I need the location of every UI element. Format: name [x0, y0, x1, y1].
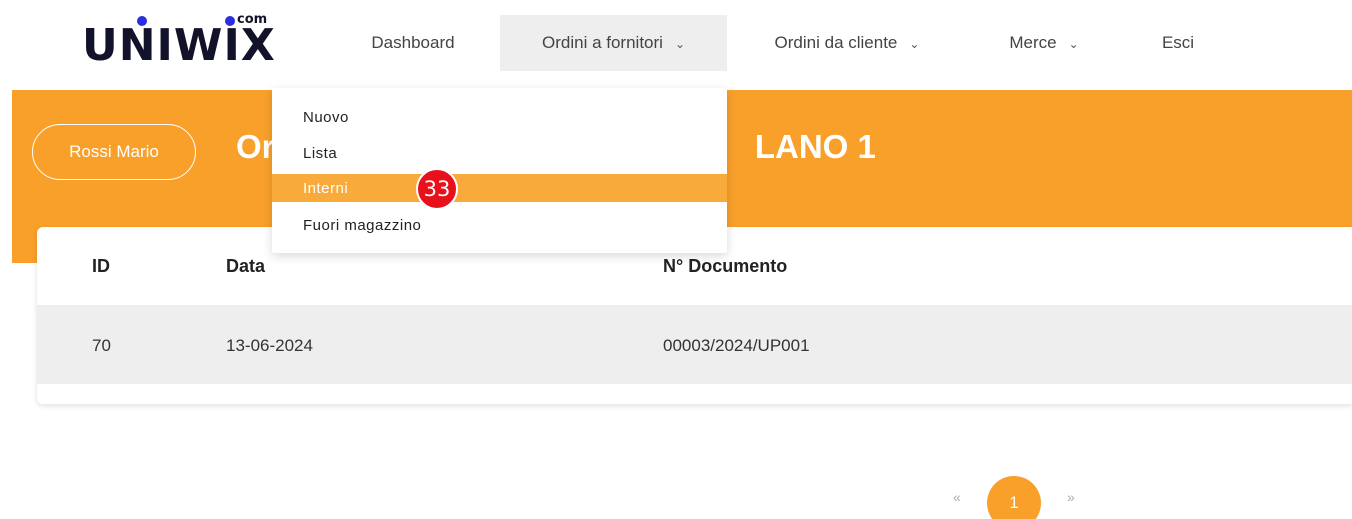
nav-dashboard-label: Dashboard [371, 33, 455, 52]
column-header-documento[interactable]: N° Documento [663, 256, 787, 277]
nav-merce[interactable]: Merce ⌄ [982, 15, 1106, 71]
user-name-button[interactable]: Rossi Mario [32, 124, 196, 180]
nav-esci[interactable]: Esci [1128, 15, 1228, 71]
cell-document-number: 00003/2024/UP001 [663, 336, 810, 355]
annotation-badge-count: 33 [423, 177, 451, 201]
menu-item-label: Lista [303, 144, 338, 162]
annotation-badge: 33 [416, 168, 458, 210]
logo-wordmark: UNIWIX [82, 20, 276, 71]
pagination-current-label: 1 [1009, 493, 1019, 512]
pagination-next[interactable]: » [1067, 489, 1075, 505]
chevron-down-icon: ⌄ [1068, 37, 1079, 51]
nav-ordini-fornitori-label: Ordini a fornitori [542, 33, 663, 52]
menu-item-label: Interni [303, 179, 349, 197]
uniwix-logo[interactable]: UNIWIX com [82, 12, 282, 72]
page-title-left: Or [236, 128, 275, 165]
cell-date: 13-06-2024 [226, 336, 313, 355]
logo-com-suffix: com [237, 12, 268, 27]
nav-dashboard[interactable]: Dashboard [346, 15, 480, 71]
menu-item-label: Fuori magazzino [303, 216, 422, 234]
page-title-right: LANO 1 [754, 128, 876, 165]
chevron-down-icon: ⌄ [674, 37, 685, 51]
menu-item-lista[interactable]: Lista [272, 139, 727, 167]
nav-ordini-cliente[interactable]: Ordini da cliente ⌄ [747, 15, 947, 71]
menu-item-nuovo[interactable]: Nuovo [272, 103, 727, 131]
menu-item-label: Nuovo [303, 108, 349, 126]
column-header-id[interactable]: ID [92, 256, 110, 277]
chevron-down-icon: ⌄ [909, 37, 920, 51]
ordini-fornitori-dropdown-menu: Nuovo Lista Interni Fuori magazzino [272, 88, 727, 253]
nav-ordini-cliente-label: Ordini da cliente [774, 33, 898, 52]
nav-ordini-fornitori[interactable]: Ordini a fornitori ⌄ [500, 15, 727, 71]
cell-id: 70 [92, 336, 111, 355]
menu-item-fuori-magazzino[interactable]: Fuori magazzino [272, 211, 727, 239]
user-name-label: Rossi Mario [69, 142, 159, 161]
nav-merce-label: Merce [1009, 33, 1057, 52]
menu-item-interni[interactable]: Interni [272, 174, 727, 202]
pagination-current-page[interactable]: 1 [987, 476, 1041, 519]
pagination-prev[interactable]: « [953, 489, 961, 505]
column-header-data[interactable]: Data [226, 256, 265, 277]
nav-esci-label: Esci [1161, 33, 1195, 52]
